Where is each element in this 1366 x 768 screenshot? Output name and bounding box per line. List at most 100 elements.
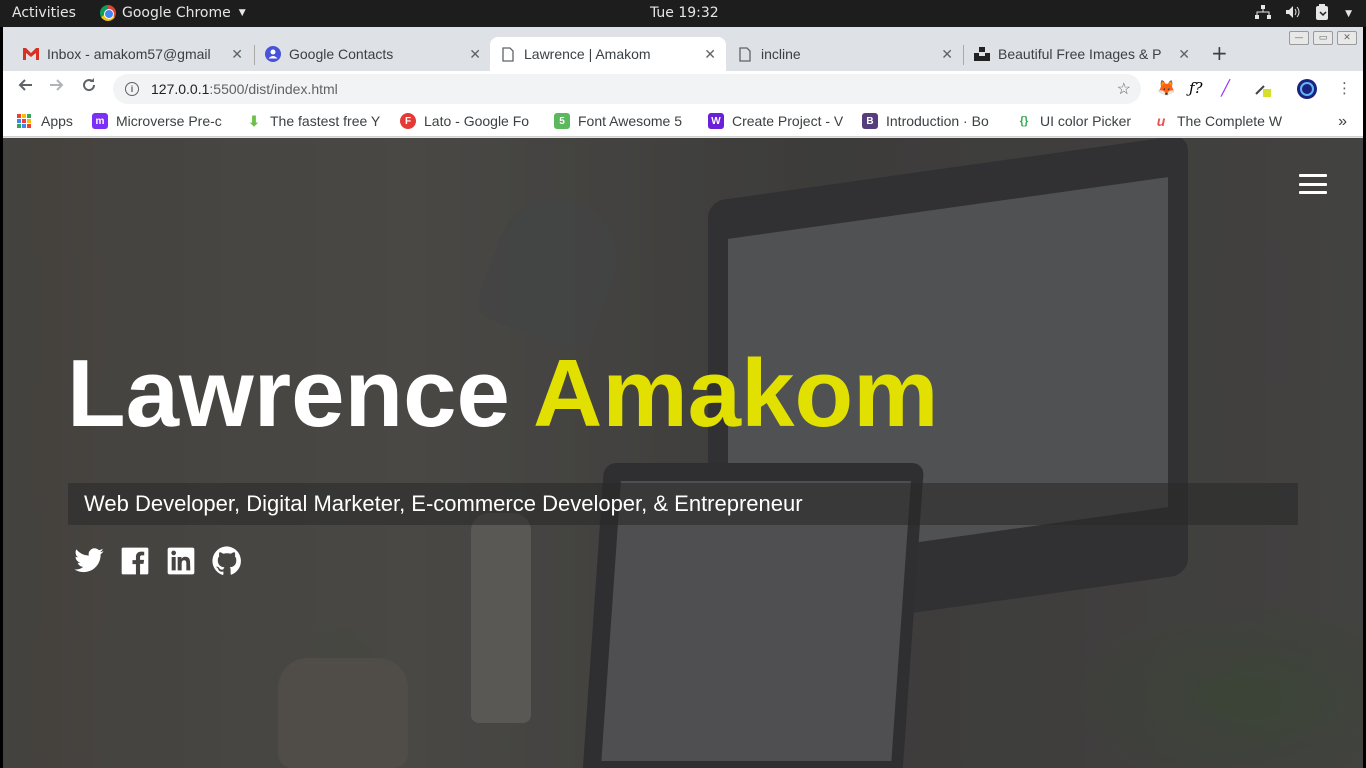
github-icon	[212, 546, 241, 575]
apps-grid-icon	[17, 114, 31, 128]
minimize-button[interactable]: —	[1289, 31, 1309, 45]
close-icon[interactable]: ✕	[941, 46, 953, 63]
font-awesome-icon: 5	[554, 113, 570, 129]
close-icon[interactable]: ✕	[469, 46, 481, 63]
close-icon[interactable]: ✕	[704, 46, 716, 63]
hamburger-menu-button[interactable]	[1299, 174, 1327, 194]
facebook-icon	[121, 547, 149, 575]
facebook-link[interactable]	[119, 545, 151, 577]
gmail-icon	[23, 46, 39, 62]
url-host: 127.0.0.1	[151, 81, 210, 97]
window-controls: — ▭ ✕	[1289, 31, 1357, 45]
tab-title: Inbox - amakom57@gmail	[47, 46, 211, 62]
bookmark-label: The fastest free Y	[270, 113, 381, 129]
contacts-icon	[265, 46, 281, 62]
hamburger-line	[1299, 191, 1327, 194]
bookmark-label: Microverse Pre-c	[116, 113, 222, 129]
tab-incline[interactable]: incline ✕	[727, 37, 963, 71]
profile-avatar[interactable]	[1297, 79, 1317, 103]
bookmark-label: Apps	[41, 113, 73, 129]
tab-contacts[interactable]: Google Contacts ✕	[255, 37, 491, 71]
tagline-bar: Web Developer, Digital Marketer, E-comme…	[68, 483, 1298, 525]
tab-title: Lawrence | Amakom	[524, 46, 651, 62]
bookmarks-bar: Apps m Microverse Pre-c ⬇ The fastest fr…	[3, 107, 1363, 137]
activities-button[interactable]: Activities	[12, 5, 76, 21]
close-icon[interactable]: ✕	[1178, 46, 1190, 63]
system-tray[interactable]: ▼	[1255, 4, 1352, 24]
bookmark-font-awesome[interactable]: 5 Font Awesome 5	[554, 113, 694, 129]
twitter-link[interactable]	[73, 545, 105, 577]
metamask-icon[interactable]: 🦊	[1157, 79, 1176, 97]
twitter-icon	[74, 548, 104, 573]
github-link[interactable]	[211, 545, 243, 577]
download-icon: ⬇	[248, 113, 260, 129]
hero-section: Lawrence Amakom Web Developer, Digital M…	[3, 138, 1363, 768]
clock[interactable]: Tue 19:32	[650, 5, 719, 21]
bookmark-label: Create Project - V	[732, 113, 844, 129]
bookmark-bootstrap[interactable]: B Introduction · Bo	[862, 113, 1002, 129]
hamburger-line	[1299, 174, 1327, 177]
network-icon[interactable]	[1255, 5, 1272, 23]
new-tab-button[interactable]: +	[1211, 41, 1228, 65]
tagline-text: Web Developer, Digital Marketer, E-comme…	[84, 491, 803, 516]
bookmark-ui-color-picker[interactable]: {} UI color Picker	[1016, 113, 1146, 129]
tab-title: Google Contacts	[289, 46, 394, 62]
close-window-button[interactable]: ✕	[1337, 31, 1357, 45]
volume-icon[interactable]	[1285, 5, 1301, 23]
tab-lawrence-amakom[interactable]: Lawrence | Amakom ✕	[490, 37, 726, 71]
bookmark-label: Font Awesome 5	[578, 113, 683, 129]
hero-name: Lawrence Amakom	[67, 346, 938, 442]
browser-toolbar: i 127.0.0.1:5500/dist/index.html ☆ 🦊 ƒ? …	[3, 71, 1363, 107]
unsplash-icon	[974, 46, 990, 62]
app-menu[interactable]: Google Chrome ▼	[100, 5, 246, 21]
color-picker-icon: {}	[1019, 115, 1029, 127]
first-name: Lawrence	[67, 340, 510, 447]
back-button[interactable]	[9, 77, 41, 98]
maximize-button[interactable]: ▭	[1313, 31, 1333, 45]
bookmark-label: Lato - Google Fo	[424, 113, 530, 129]
social-links	[73, 545, 243, 577]
tab-title: Beautiful Free Images & P	[998, 46, 1162, 62]
address-bar[interactable]: i 127.0.0.1:5500/dist/index.html ☆	[113, 74, 1141, 104]
more-bookmarks-icon[interactable]: »	[1338, 113, 1347, 131]
hamburger-line	[1299, 182, 1327, 186]
bookmark-fastest-free[interactable]: ⬇ The fastest free Y	[246, 113, 386, 129]
site-info-icon[interactable]: i	[125, 82, 139, 96]
udemy-icon: u	[1156, 113, 1166, 129]
battery-icon[interactable]	[1315, 4, 1329, 24]
linkedin-icon	[167, 547, 195, 575]
bookmark-lato[interactable]: F Lato - Google Fo	[400, 113, 540, 129]
page-icon	[737, 46, 753, 62]
eyedropper-icon[interactable]	[1253, 79, 1271, 101]
tab-strip: Inbox - amakom57@gmail ✕ Google Contacts…	[3, 27, 1363, 71]
bookmark-label: Introduction · Bo	[886, 113, 989, 129]
bookmark-create-project[interactable]: W Create Project - V	[708, 113, 848, 129]
kebab-menu-icon[interactable]: ⋮	[1337, 79, 1352, 97]
hero-overlay	[3, 138, 1363, 768]
chevron-down-icon: ▼	[238, 8, 246, 18]
close-icon[interactable]: ✕	[231, 46, 243, 63]
reload-button[interactable]	[73, 77, 105, 98]
os-top-bar: Activities Google Chrome ▼ Tue 19:32 ▼	[0, 0, 1366, 27]
bookmark-microverse[interactable]: m Microverse Pre-c	[92, 113, 232, 129]
bookmark-label: UI color Picker	[1040, 113, 1132, 129]
url-path: :5500/dist/index.html	[209, 81, 338, 97]
bookmark-complete-web[interactable]: u The Complete W	[1153, 113, 1293, 129]
chrome-icon	[100, 5, 116, 21]
tab-unsplash[interactable]: Beautiful Free Images & P ✕	[964, 37, 1200, 71]
bootstrap-icon: B	[862, 113, 878, 129]
tab-gmail[interactable]: Inbox - amakom57@gmail ✕	[13, 37, 253, 71]
tab-title: incline	[761, 46, 801, 62]
microverse-icon: m	[92, 113, 108, 129]
google-fonts-icon: F	[400, 113, 416, 129]
webflow-icon: W	[708, 113, 724, 129]
forward-button[interactable]	[41, 77, 73, 98]
bookmark-apps[interactable]: Apps	[17, 113, 73, 129]
bookmark-star-icon[interactable]: ☆	[1117, 79, 1131, 99]
whatfont-icon[interactable]: ƒ?	[1189, 79, 1203, 97]
app-name: Google Chrome	[122, 5, 231, 21]
linkedin-link[interactable]	[165, 545, 197, 577]
browser-window: Inbox - amakom57@gmail ✕ Google Contacts…	[3, 27, 1363, 768]
chevron-down-icon[interactable]: ▼	[1345, 9, 1352, 19]
pen-extension-icon[interactable]: ╱	[1221, 79, 1230, 97]
